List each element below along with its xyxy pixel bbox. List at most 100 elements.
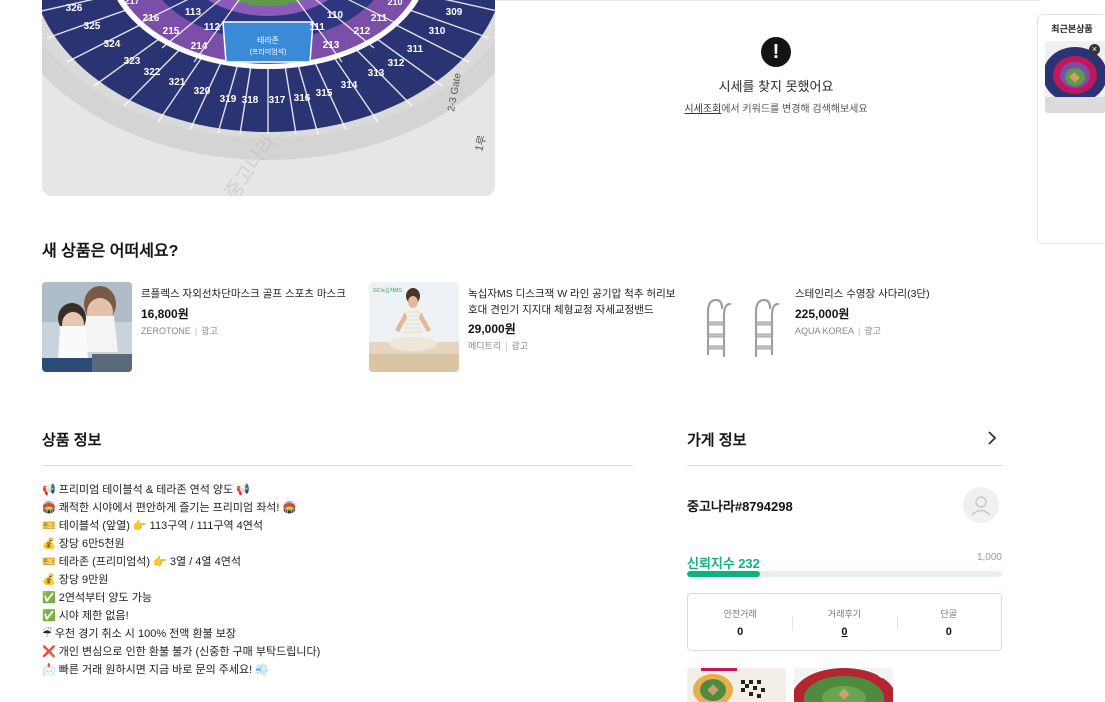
product-description: 📢 프리미엄 테이블석 & 테라존 연석 양도 📢 🏟️ 쾌적한 시야에서 편안하… [42, 481, 633, 679]
product-price: 16,800원 [141, 307, 189, 321]
product-thumbnail [696, 282, 786, 372]
seat-section-310[interactable]: 310 [429, 26, 446, 37]
product-card[interactable]: GC녹십자MS 녹십자MS 디스크잭 W 라인 공기압 척추 허리보호대 견인기… [369, 282, 679, 374]
seat-section-111[interactable]: 111 [309, 22, 325, 33]
description-line: 🎫 테이블석 (앞열) 👉 113구역 / 111구역 4연석 [42, 520, 263, 532]
trust-score-bar [687, 571, 1002, 577]
chevron-right-icon[interactable] [985, 429, 999, 450]
seat-section-210[interactable]: 210 [387, 0, 402, 7]
seat-section-312[interactable]: 312 [388, 58, 405, 69]
recently-viewed-panel: 최근본상품 × [1037, 14, 1105, 244]
seat-section-211[interactable]: 211 [371, 13, 388, 24]
seat-section-316[interactable]: 316 [294, 93, 311, 104]
description-line: 📩 빠른 거래 원하시면 지금 바로 문의 주세요! 💨 [42, 664, 269, 676]
seat-section-314[interactable]: 314 [341, 80, 358, 91]
store-item-thumbnail[interactable] [794, 668, 893, 702]
seat-section-326[interactable]: 326 [66, 3, 83, 14]
close-icon[interactable]: × [1089, 44, 1100, 55]
store-info-divider [687, 465, 1002, 466]
price-not-found-desc: 시세조회에서 키워드를 변경해 검색해보세요 [660, 100, 892, 115]
trust-score-text: 신뢰지수 [687, 556, 735, 571]
seat-section-213[interactable]: 213 [323, 40, 340, 51]
seat-section-217[interactable]: 217 [124, 0, 139, 6]
stat-value: 0 [737, 626, 744, 638]
product-name: 르플렉스 자외선차단마스크 골프 스포츠 마스크 [141, 288, 346, 300]
price-not-found-title: 시세를 찾지 못했어요 [718, 79, 834, 94]
trust-score-fill [687, 571, 761, 577]
seller-name: AQUA KOREA [795, 326, 855, 336]
seat-section-215[interactable]: 215 [163, 26, 180, 37]
price-search-link[interactable]: 시세조회 [684, 104, 721, 115]
product-price: 225,000원 [795, 307, 850, 321]
seat-section-322[interactable]: 322 [144, 67, 161, 78]
recently-viewed-title: 최근본상품 [1051, 24, 1093, 34]
ad-label: 광고 [201, 326, 218, 336]
trust-score-value: 232 [738, 556, 760, 571]
product-card[interactable]: 르플렉스 자외선차단마스크 골프 스포츠 마스크 16,800원 ZEROTON… [42, 282, 352, 374]
stat-label: 안전거래 [723, 609, 757, 619]
seat-section-317[interactable]: 317 [269, 95, 286, 106]
seat-section-323[interactable]: 323 [124, 56, 141, 67]
product-thumbnail: GC녹십자MS [369, 282, 459, 372]
description-line: ❌ 개인 변심으로 인한 환불 불가 (신중한 구매 부탁드립니다) [42, 646, 321, 658]
ad-label: 광고 [864, 326, 881, 336]
seat-section-318[interactable]: 318 [242, 95, 259, 106]
user-avatar-icon[interactable] [963, 487, 999, 523]
stat-value: 0 [945, 626, 952, 638]
product-name: 녹십자MS 디스크잭 W 라인 공기압 척추 허리보호대 견인기 지지대 체형교… [468, 288, 676, 316]
product-name: 스테인리스 수영장 사다리(3단) [795, 288, 930, 300]
product-card[interactable]: 스테인리스 수영장 사다리(3단) 225,000원 AQUA KOREA | 광고 [696, 282, 1006, 374]
product-info-title: 상품 정보 [42, 432, 102, 449]
seat-section-309[interactable]: 309 [446, 7, 463, 18]
seat-section-325[interactable]: 325 [84, 21, 101, 32]
store-name[interactable]: 중고나라#8794298 [687, 496, 793, 515]
price-desc-text: 에서 키워드를 변경해 검색해보세요 [721, 104, 868, 115]
seat-section-112[interactable]: 112 [204, 22, 221, 33]
stat-label: 거래후기 [827, 609, 862, 619]
store-info-title: 가게 정보 [687, 432, 747, 449]
seat-section-214[interactable]: 214 [191, 41, 208, 52]
product-thumbnail [42, 282, 132, 372]
trust-score-max: 1,000 [976, 552, 1002, 563]
new-products-title: 새 상품은 어떠세요? [42, 243, 179, 260]
seat-section-113[interactable]: 113 [185, 7, 202, 18]
stat-reviews-link[interactable]: 0 [792, 626, 896, 638]
seat-section-321[interactable]: 321 [169, 77, 186, 88]
terazone-label-line1-top: 테라존 [257, 36, 279, 45]
seat-section-216[interactable]: 216 [143, 13, 160, 24]
seller-name: 메디트리 [468, 341, 502, 351]
seat-section-311[interactable]: 311 [407, 44, 424, 55]
seat-section-320[interactable]: 320 [194, 86, 211, 97]
seller-name: ZEROTONE [141, 326, 191, 336]
product-meta: AQUA KOREA | 광고 [795, 326, 881, 336]
seat-section-324[interactable]: 324 [104, 39, 121, 50]
store-item-thumbnail[interactable] [687, 668, 786, 702]
stat-label: 단골 [940, 609, 958, 619]
description-line: 📢 프리미엄 테이블석 & 테라존 연석 양도 📢 [42, 484, 250, 496]
seat-map-svg: 테라존 (프리미엄석) 중고나라 2-3 Gate 1루 32632532432… [42, 0, 495, 196]
store-stats: 안전거래 0 거래후기 0 단골 0 [687, 593, 1002, 651]
description-line: 🎫 테라존 (프리미엄석) 👉 3열 / 4열 4연석 [42, 556, 241, 568]
description-line: ✅ 시야 제한 없음! [42, 610, 129, 622]
terazone-label-line2-top: (프리미엄석) [250, 47, 287, 56]
seat-map-image[interactable]: 테라존 (프리미엄석) 중고나라 2-3 Gate 1루 326 325 324… [42, 0, 495, 196]
product-meta: ZEROTONE | 광고 [141, 326, 218, 336]
description-line: ☔ 우천 경기 취소 시 100% 전액 환불 보장 [42, 628, 237, 640]
seat-section-315[interactable]: 315 [316, 88, 333, 99]
description-line: 💰 장당 6만5천원 [42, 538, 125, 550]
trust-score-label: 신뢰지수 232 [687, 553, 760, 572]
stat-reviews: 거래후기 0 [792, 594, 896, 650]
seat-section-313[interactable]: 313 [368, 68, 385, 79]
description-line: ✅ 2연석부터 양도 가능 [42, 592, 152, 604]
top-divider [495, 0, 1040, 1]
product-meta: 메디트리 | 광고 [468, 341, 529, 351]
description-line: 🏟️ 쾌적한 시야에서 편안하게 즐기는 프리미엄 좌석! 🏟️ [42, 502, 297, 514]
brand-logo-text: GC녹십자MS [373, 287, 402, 294]
stat-safe-trades: 안전거래 0 [688, 594, 792, 650]
seat-section-212[interactable]: 212 [354, 26, 371, 37]
product-price: 29,000원 [468, 322, 516, 336]
seat-section-110[interactable]: 110 [327, 10, 344, 21]
seat-section-319[interactable]: 319 [220, 94, 237, 105]
description-line: 💰 장당 9만원 [42, 574, 109, 586]
product-info-divider [42, 465, 633, 466]
